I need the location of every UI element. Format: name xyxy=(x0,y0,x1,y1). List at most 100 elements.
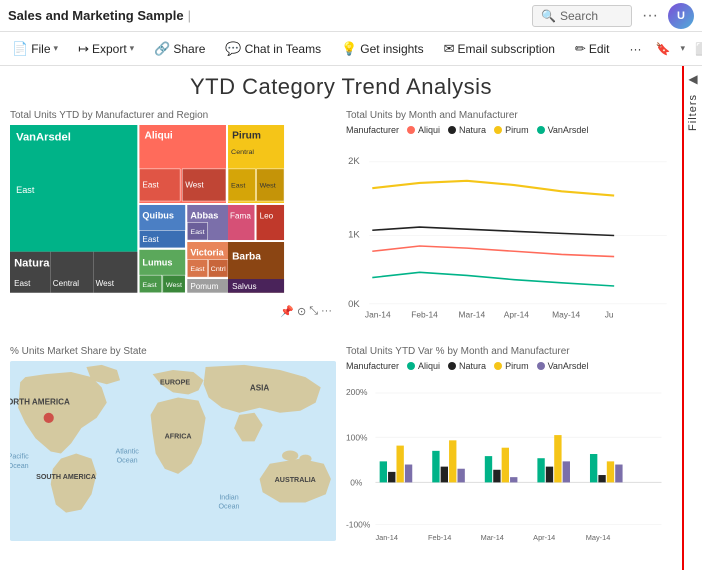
edit-icon: ✏ xyxy=(575,41,586,57)
bar-legend-aliqui-label: Aliqui xyxy=(418,361,440,371)
toolbar-export-label: Export xyxy=(92,42,127,56)
more-options-button[interactable]: ··· xyxy=(640,7,660,25)
svg-text:-100%: -100% xyxy=(346,519,371,529)
file-chevron: ▾ xyxy=(54,43,59,54)
linechart-legend: Manufacturer Aliqui Natura Pirum xyxy=(346,125,672,135)
linechart-svg: 2K 1K 0K xyxy=(346,138,672,333)
map-svg: NORTH AMERICA SOUTH AMERICA EUROPE AFRIC… xyxy=(10,361,336,541)
file-icon: 📄 xyxy=(12,41,28,57)
legend-natura-label: Natura xyxy=(459,125,486,135)
map-chart[interactable]: NORTH AMERICA SOUTH AMERICA EUROPE AFRIC… xyxy=(10,361,336,541)
toolbar-edit[interactable]: ✏ Edit xyxy=(569,38,616,60)
email-icon: ✉ xyxy=(444,41,455,57)
barchart-panel: Total Units YTD Var % by Month and Manuf… xyxy=(346,346,672,557)
map-panel: % Units Market Share by State xyxy=(10,346,336,557)
legend-natura: Natura xyxy=(448,125,486,135)
toolbar-email[interactable]: ✉ Email subscription xyxy=(438,38,561,60)
toolbar-chat-label: Chat in Teams xyxy=(245,42,321,56)
barchart-svg: 200% 100% 0% -100% xyxy=(346,374,672,554)
legend-manufacturer-label: Manufacturer xyxy=(346,125,399,135)
bar-legend-manufacturer-label: Manufacturer xyxy=(346,361,399,371)
svg-text:East: East xyxy=(16,185,35,195)
svg-text:West: West xyxy=(166,282,182,289)
filters-arrow-icon: ◀ xyxy=(688,72,697,86)
search-icon: 🔍 xyxy=(541,9,556,23)
svg-text:Feb-14: Feb-14 xyxy=(428,533,451,542)
toolbar: 📄 File ▾ ↦ Export ▾ 🔗 Share 💬 Chat in Te… xyxy=(0,32,702,66)
svg-text:0K: 0K xyxy=(348,299,360,310)
treemap-focus-icon[interactable]: ⊙ xyxy=(297,305,306,318)
svg-text:Indian: Indian xyxy=(219,493,238,501)
svg-text:Aliqui: Aliqui xyxy=(144,131,173,142)
vanarsdel-dot xyxy=(537,126,545,134)
svg-text:100%: 100% xyxy=(346,432,368,442)
aliqui-dot xyxy=(407,126,415,134)
title-bar-left: Sales and Marketing Sample | xyxy=(8,8,532,23)
svg-text:May-14: May-14 xyxy=(586,533,611,542)
svg-text:Atlantic: Atlantic xyxy=(115,447,139,455)
treemap-chart[interactable]: VanArsdel East Central West Natura East … xyxy=(10,125,336,320)
toolbar-more[interactable]: ··· xyxy=(624,39,648,59)
legend-pirum-label: Pirum xyxy=(505,125,529,135)
legend-pirum: Pirum xyxy=(494,125,529,135)
svg-text:Ocean: Ocean xyxy=(219,502,240,510)
svg-text:NORTH AMERICA: NORTH AMERICA xyxy=(10,397,70,406)
toolbar-export[interactable]: ↦ Export ▾ xyxy=(72,38,140,60)
search-box[interactable]: 🔍 Search xyxy=(532,5,632,27)
svg-text:Abbas: Abbas xyxy=(190,211,218,221)
toolbar-file[interactable]: 📄 File ▾ xyxy=(6,38,64,60)
report-title: Sales and Marketing Sample xyxy=(8,8,184,23)
linechart-panel: Total Units by Month and Manufacturer Ma… xyxy=(346,110,672,336)
toolbar-file-label: File xyxy=(31,42,50,56)
avatar[interactable]: U xyxy=(668,3,694,29)
svg-text:Cntrl: Cntrl xyxy=(211,266,226,273)
svg-text:Feb-14: Feb-14 xyxy=(411,310,438,320)
svg-text:2K: 2K xyxy=(348,156,360,167)
export-chevron: ▾ xyxy=(130,43,135,54)
treemap-pin-icon[interactable]: 📌 xyxy=(280,305,294,318)
svg-text:East: East xyxy=(14,279,31,288)
legend-vanarsdel-label: VanArsdel xyxy=(548,125,589,135)
main-area: YTD Category Trend Analysis Total Units … xyxy=(0,66,702,570)
title-bar: Sales and Marketing Sample | 🔍 Search ··… xyxy=(0,0,702,32)
layout-icon[interactable]: ⬜ xyxy=(689,39,702,59)
svg-text:200%: 200% xyxy=(346,387,368,397)
svg-text:VanArsdel: VanArsdel xyxy=(16,132,71,144)
svg-text:May-14: May-14 xyxy=(552,310,580,320)
svg-text:Apr-14: Apr-14 xyxy=(504,310,530,320)
svg-text:SOUTH AMERICA: SOUTH AMERICA xyxy=(36,473,96,481)
bar-vanarsdel-dot xyxy=(537,362,545,370)
svg-text:0%: 0% xyxy=(350,477,363,487)
barchart-title: Total Units YTD Var % by Month and Manuf… xyxy=(346,346,672,357)
svg-text:EUROPE: EUROPE xyxy=(160,378,190,386)
svg-text:Natura: Natura xyxy=(14,258,50,270)
svg-text:Lumus: Lumus xyxy=(142,258,172,268)
treemap-fama xyxy=(228,205,254,240)
search-label: Search xyxy=(560,9,598,23)
barchart-legend: Manufacturer Aliqui Natura Pirum xyxy=(346,361,672,371)
svg-text:Jan-14: Jan-14 xyxy=(365,310,391,320)
insights-icon: 💡 xyxy=(341,41,357,57)
svg-text:Central: Central xyxy=(231,149,254,156)
svg-text:West: West xyxy=(260,183,276,190)
svg-text:1K: 1K xyxy=(348,230,360,241)
bookmark-icon[interactable]: 🔖 xyxy=(650,39,677,59)
svg-text:East: East xyxy=(142,235,159,244)
bar-chart[interactable]: 200% 100% 0% -100% xyxy=(346,374,672,554)
svg-text:Quibus: Quibus xyxy=(142,211,174,221)
natura-dot xyxy=(448,126,456,134)
toolbar-insights[interactable]: 💡 Get insights xyxy=(335,38,430,60)
bar-legend-natura-label: Natura xyxy=(459,361,486,371)
svg-text:Pirum: Pirum xyxy=(232,131,261,142)
svg-text:West: West xyxy=(96,279,115,288)
page-title: YTD Category Trend Analysis xyxy=(10,74,672,100)
line-chart[interactable]: 2K 1K 0K xyxy=(346,138,672,333)
treemap-expand-icon[interactable]: ⤡ xyxy=(309,305,318,318)
svg-text:Ocean: Ocean xyxy=(117,456,138,464)
legend-vanarsdel: VanArsdel xyxy=(537,125,589,135)
toolbar-share[interactable]: 🔗 Share xyxy=(148,38,211,60)
filters-panel[interactable]: ◀ Filters xyxy=(682,66,702,570)
map-title: % Units Market Share by State xyxy=(10,346,336,357)
treemap-more-icon[interactable]: ··· xyxy=(321,305,332,318)
toolbar-chat[interactable]: 💬 Chat in Teams xyxy=(219,38,327,60)
